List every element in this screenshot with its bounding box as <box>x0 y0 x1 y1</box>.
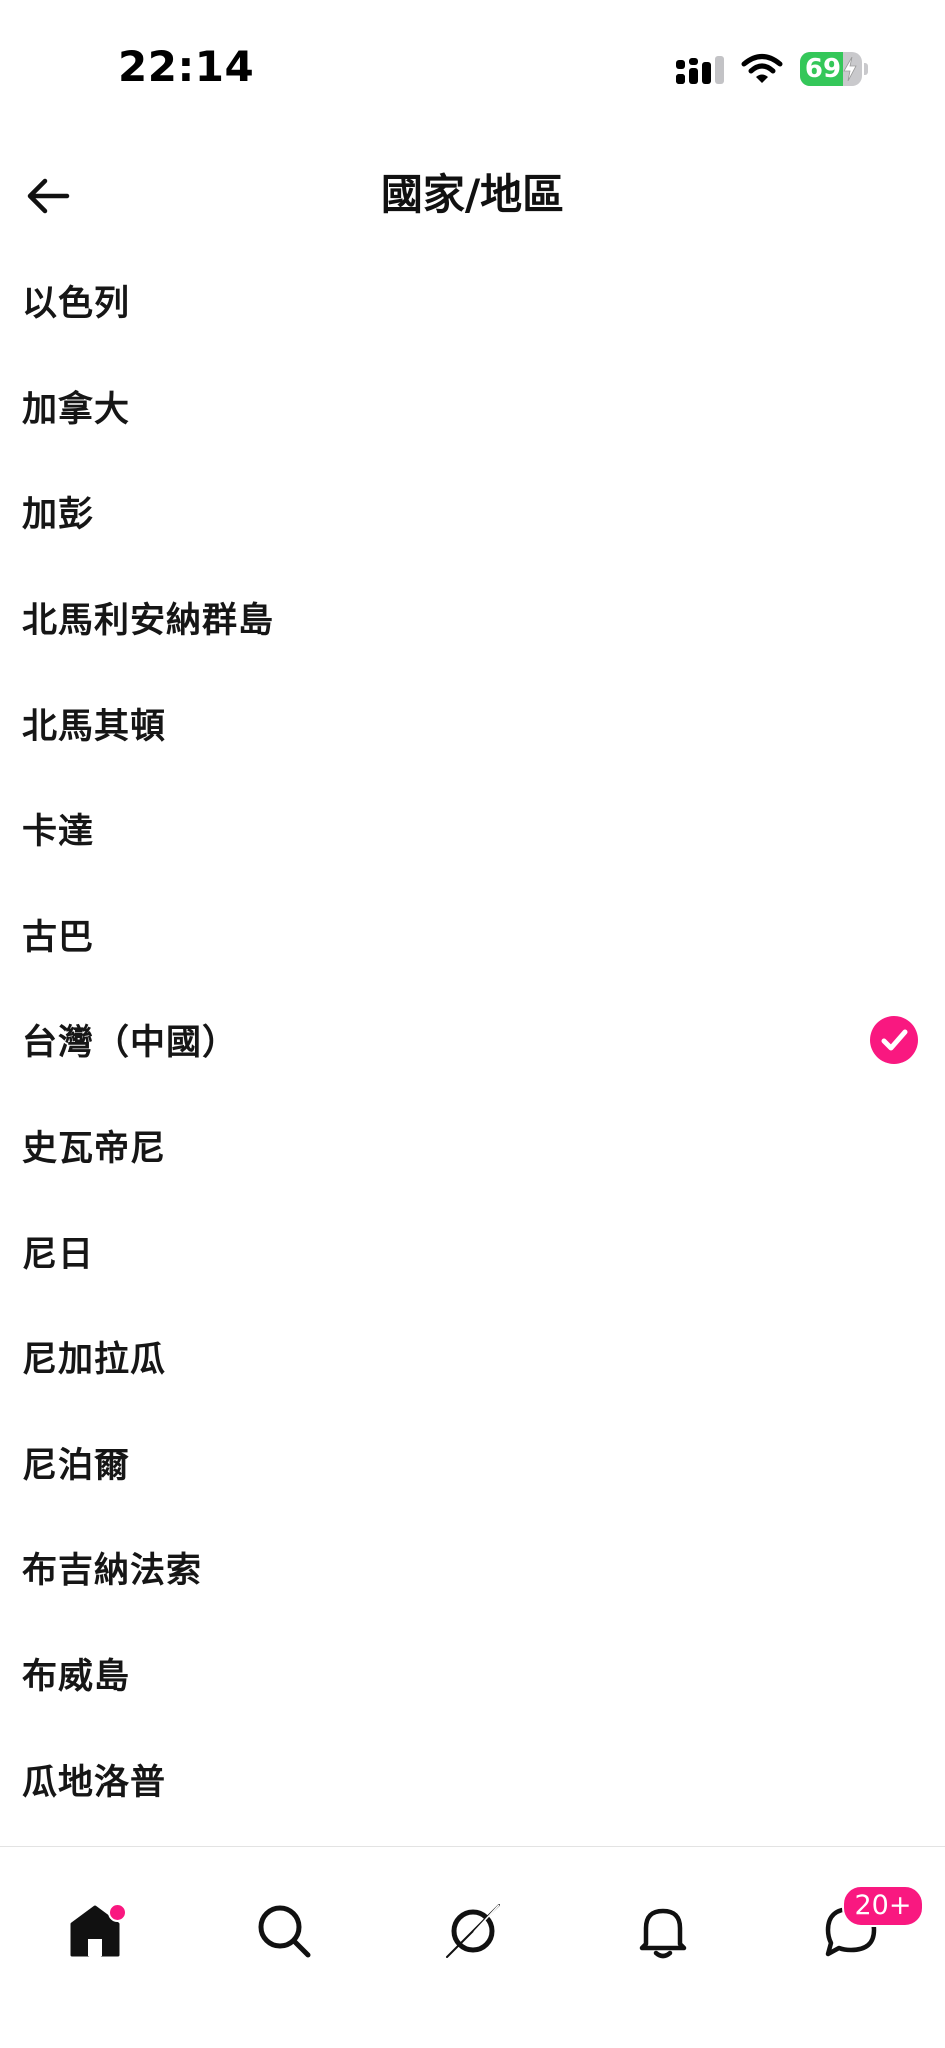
status-time: 22:14 <box>118 42 255 91</box>
country-list: 以色列加拿大加彭北馬利安納群島 北馬其頓卡達古巴台灣（中國） 史瓦帝尼尼日尼加拉瓜尼… <box>0 248 945 1832</box>
country-name: 加拿大 <box>22 389 131 430</box>
country-name: 北馬利安納群島 <box>22 601 275 642</box>
country-name: 北馬其頓 <box>22 706 167 747</box>
country-item[interactable]: 尼泊爾 <box>0 1410 945 1516</box>
nav-home-tab[interactable] <box>40 1881 150 1981</box>
header: 國家/地區 <box>0 140 945 250</box>
country-item[interactable]: 以色列 <box>0 248 945 354</box>
bottom-nav: 20+ <box>0 1846 945 2048</box>
country-item[interactable]: 加拿大 <box>0 354 945 460</box>
checkmark-icon <box>870 1015 918 1064</box>
search-icon <box>258 1905 311 1958</box>
country-name: 以色列 <box>22 284 131 325</box>
country-name: 古巴 <box>22 917 95 958</box>
country-name: 尼泊爾 <box>22 1445 131 1486</box>
country-item[interactable]: 北馬利安納群島 <box>0 565 945 671</box>
country-item[interactable]: 布吉納法索 <box>0 1515 945 1621</box>
country-name: 卡達 <box>22 812 95 853</box>
arrow-left-icon <box>27 178 70 214</box>
country-item[interactable]: 尼日 <box>0 1198 945 1304</box>
country-name: 瓜地洛普 <box>22 1762 167 1803</box>
country-item[interactable]: 尼加拉瓜 <box>0 1304 945 1410</box>
country-item[interactable]: 卡達 <box>0 776 945 882</box>
country-region-screen: 22:14 69 國家/地區 以色列 加拿大 加彭 北馬利安納群島 北馬其頓 卡… <box>0 0 945 2048</box>
nav-explore-tab[interactable] <box>418 1881 528 1981</box>
bell-icon <box>639 1908 687 1959</box>
status-bar: 22:14 69 <box>0 0 945 140</box>
nav-notifications-tab[interactable] <box>608 1881 718 1981</box>
country-name: 尼加拉瓜 <box>22 1340 167 1381</box>
country-name: 加彭 <box>22 495 95 536</box>
country-item[interactable]: 瓜地洛普 <box>0 1726 945 1832</box>
country-item[interactable]: 古巴 <box>0 882 945 988</box>
country-item[interactable]: 布威島 <box>0 1621 945 1727</box>
country-item[interactable]: 加彭 <box>0 459 945 565</box>
country-item-selected[interactable]: 台灣（中國） <box>0 987 945 1093</box>
battery-level: 69 <box>804 54 842 84</box>
bolt-icon <box>843 57 857 81</box>
explore-icon <box>446 1904 500 1958</box>
back-button[interactable] <box>20 168 76 224</box>
wifi-icon <box>741 54 783 83</box>
battery-charging-icon: 69 <box>800 52 868 86</box>
country-name: 台灣（中國） <box>22 1023 239 1064</box>
country-name: 布吉納法索 <box>22 1551 203 1592</box>
page-title: 國家/地區 <box>380 170 565 219</box>
messages-badge: 20+ <box>842 1885 924 1927</box>
country-item[interactable]: 史瓦帝尼 <box>0 1093 945 1199</box>
home-unread-dot <box>108 1903 127 1922</box>
country-name: 尼日 <box>22 1234 95 1275</box>
nav-search-tab[interactable] <box>229 1881 339 1981</box>
country-name: 布威島 <box>22 1657 131 1698</box>
signal-icon <box>676 56 724 84</box>
nav-messages-tab[interactable]: 20+ <box>796 1881 924 1981</box>
country-item[interactable]: 北馬其頓 <box>0 670 945 776</box>
country-name: 史瓦帝尼 <box>22 1129 167 1170</box>
